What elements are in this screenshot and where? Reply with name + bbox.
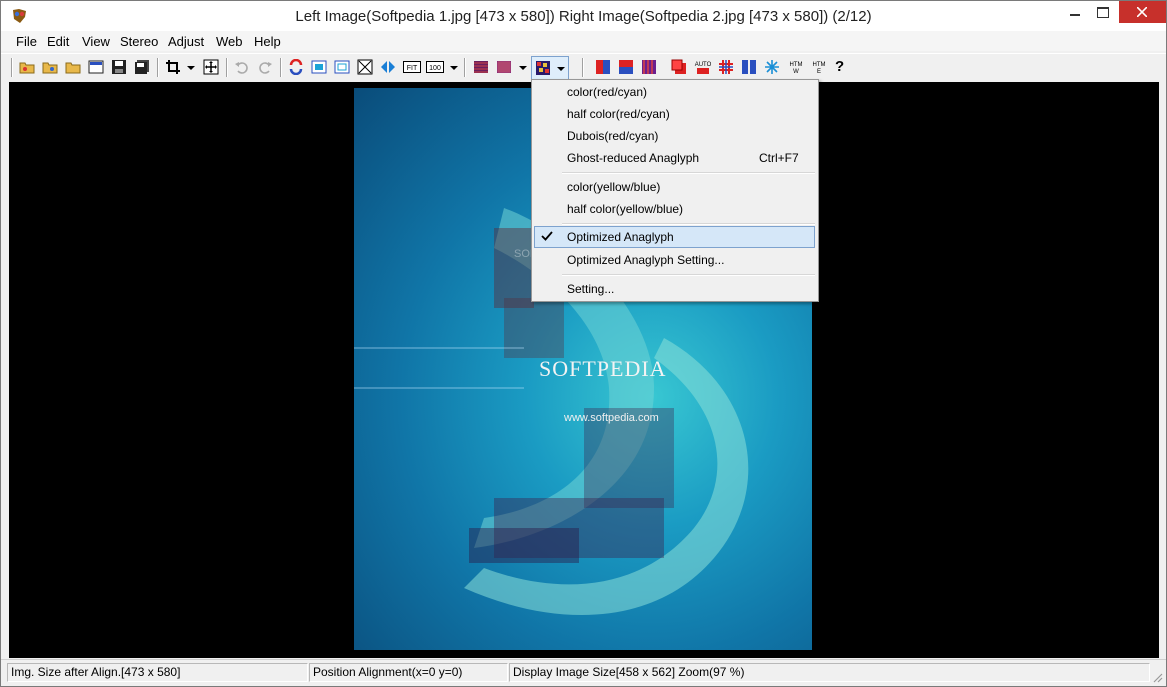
menu-item-label: half color(yellow/blue) xyxy=(567,202,684,216)
menu-item-optimized-anaglyph-setting[interactable]: Optimized Anaglyph Setting... xyxy=(534,249,815,271)
column-icon[interactable] xyxy=(641,59,657,75)
auto-label: AUTO xyxy=(695,62,712,68)
menu-item-label: Dubois(red/cyan) xyxy=(567,129,659,143)
menu-adjust[interactable]: Adjust xyxy=(168,34,204,49)
menu-item-label: Optimized Anaglyph xyxy=(567,230,674,244)
status-bar: Img. Size after Align.[473 x 580] Positi… xyxy=(1,659,1166,686)
fit-window-icon[interactable] xyxy=(311,59,327,75)
menu-item-label: Ghost-reduced Anaglyph xyxy=(567,151,700,165)
anaglyph-menu: color(red/cyan) half color(red/cyan) Dub… xyxy=(531,79,819,302)
zoom-100-icon[interactable]: 100 xyxy=(426,59,444,75)
fit-label: FIT xyxy=(407,65,418,72)
menu-stereo[interactable]: Stereo xyxy=(120,34,158,49)
svg-text:HTM: HTM xyxy=(790,62,803,68)
fit-label-icon[interactable]: FIT xyxy=(403,59,421,75)
menu-item-label: color(red/cyan) xyxy=(567,85,648,99)
toolbar: FIT 100 AUTO HTM W HTM E ? xyxy=(1,53,1166,81)
menu-item-label: Setting... xyxy=(567,282,615,296)
open-pair-icon[interactable] xyxy=(88,59,104,75)
open-folder-icon[interactable] xyxy=(65,59,81,75)
menu-item-optimized-anaglyph[interactable]: Optimized Anaglyph xyxy=(534,226,815,248)
status-position: Position Alignment(x=0 y=0) xyxy=(309,663,508,682)
svg-text:HTM: HTM xyxy=(813,62,826,68)
open-left-icon[interactable] xyxy=(19,59,35,75)
checker-icon[interactable] xyxy=(496,59,512,75)
open-right-icon[interactable] xyxy=(42,59,58,75)
status-display-size: Display Image Size[458 x 562] Zoom(97 %) xyxy=(509,663,1150,682)
minimize-button[interactable] xyxy=(1060,1,1090,23)
menu-view[interactable]: View xyxy=(82,34,110,49)
menu-item-ghost-reduced[interactable]: Ghost-reduced Anaglyph Ctrl+F7 xyxy=(534,147,815,169)
swap-icon[interactable] xyxy=(288,59,304,75)
menu-item-setting[interactable]: Setting... xyxy=(534,278,815,300)
menu-separator xyxy=(562,274,815,276)
close-button[interactable] xyxy=(1119,1,1166,23)
menu-item-half-color-red-cyan[interactable]: half color(red/cyan) xyxy=(534,103,815,125)
toolbar-separator xyxy=(582,58,584,77)
menu-item-color-yellow-blue[interactable]: color(yellow/blue) xyxy=(534,176,815,198)
window-title: Left Image(Softpedia 1.jpg [473 x 580]) … xyxy=(295,8,872,25)
red-icon[interactable] xyxy=(671,59,687,75)
zoom-label: 100 xyxy=(429,65,441,72)
crop-dropdown-arrow[interactable] xyxy=(187,66,195,70)
menu-edit[interactable]: Edit xyxy=(47,34,69,49)
undo-icon[interactable] xyxy=(234,59,250,75)
above-below-icon[interactable] xyxy=(618,59,634,75)
redo-icon[interactable] xyxy=(257,59,273,75)
html-w-icon[interactable]: HTMW xyxy=(787,59,805,75)
snowflake-icon[interactable] xyxy=(764,59,780,75)
side-by-side-icon[interactable] xyxy=(595,59,611,75)
menu-item-dubois-red-cyan[interactable]: Dubois(red/cyan) xyxy=(534,125,815,147)
toolbar-separator xyxy=(280,58,282,77)
menu-item-half-color-yellow-blue[interactable]: half color(yellow/blue) xyxy=(534,198,815,220)
anaglyph-button[interactable] xyxy=(531,56,569,80)
checker-dropdown-arrow[interactable] xyxy=(519,66,527,70)
menu-file[interactable]: File xyxy=(16,34,37,49)
close-icon xyxy=(1137,7,1147,17)
align-icon[interactable] xyxy=(203,59,219,75)
toolbar-separator xyxy=(226,58,228,77)
toolbar-separator xyxy=(11,58,13,77)
crop-icon[interactable] xyxy=(165,59,181,75)
zoom-dropdown-arrow[interactable] xyxy=(450,66,458,70)
maximize-button[interactable] xyxy=(1088,1,1118,23)
menu-item-label: Optimized Anaglyph Setting... xyxy=(567,253,725,267)
menu-separator xyxy=(562,223,815,225)
menu-web[interactable]: Web xyxy=(216,34,243,49)
frame-icon[interactable] xyxy=(334,59,350,75)
menu-item-color-red-cyan[interactable]: color(red/cyan) xyxy=(534,81,815,103)
toolbar-separator xyxy=(464,58,466,77)
anaglyph-icon xyxy=(536,61,550,75)
menu-item-label: color(yellow/blue) xyxy=(567,180,661,194)
anaglyph-dropdown-arrow[interactable] xyxy=(557,67,565,71)
save-icon[interactable] xyxy=(111,59,127,75)
title-bar[interactable]: Left Image(Softpedia 1.jpg [473 x 580]) … xyxy=(1,1,1166,31)
help-icon[interactable]: ? xyxy=(835,58,844,75)
svg-text:E: E xyxy=(817,69,821,75)
menu-item-label: half color(red/cyan) xyxy=(567,107,670,121)
app-window: Left Image(Softpedia 1.jpg [473 x 580]) … xyxy=(0,0,1167,687)
menu-help[interactable]: Help xyxy=(254,34,281,49)
auto-icon[interactable]: AUTO xyxy=(694,59,712,75)
menu-item-shortcut: Ctrl+F7 xyxy=(759,151,799,165)
html-e-icon[interactable]: HTME xyxy=(810,59,828,75)
checkmark-icon xyxy=(541,231,553,241)
interlace-icon[interactable] xyxy=(473,59,489,75)
resize-grip-icon[interactable] xyxy=(1151,671,1163,683)
menu-separator xyxy=(562,172,815,174)
svg-text:W: W xyxy=(793,69,799,75)
toolbar-separator xyxy=(157,58,159,77)
save-all-icon[interactable] xyxy=(134,59,150,75)
image-watermark-url: www.softpedia.com xyxy=(564,412,659,424)
no-fit-icon[interactable] xyxy=(357,59,373,75)
split-icon[interactable] xyxy=(741,59,757,75)
menu-bar: File Edit View Stereo Adjust Web Help xyxy=(1,31,1166,51)
status-img-size: Img. Size after Align.[473 x 580] xyxy=(7,663,308,682)
grid-icon[interactable] xyxy=(718,59,734,75)
mirror-icon[interactable] xyxy=(380,59,396,75)
image-watermark: SOFTPEDIA xyxy=(539,356,667,381)
